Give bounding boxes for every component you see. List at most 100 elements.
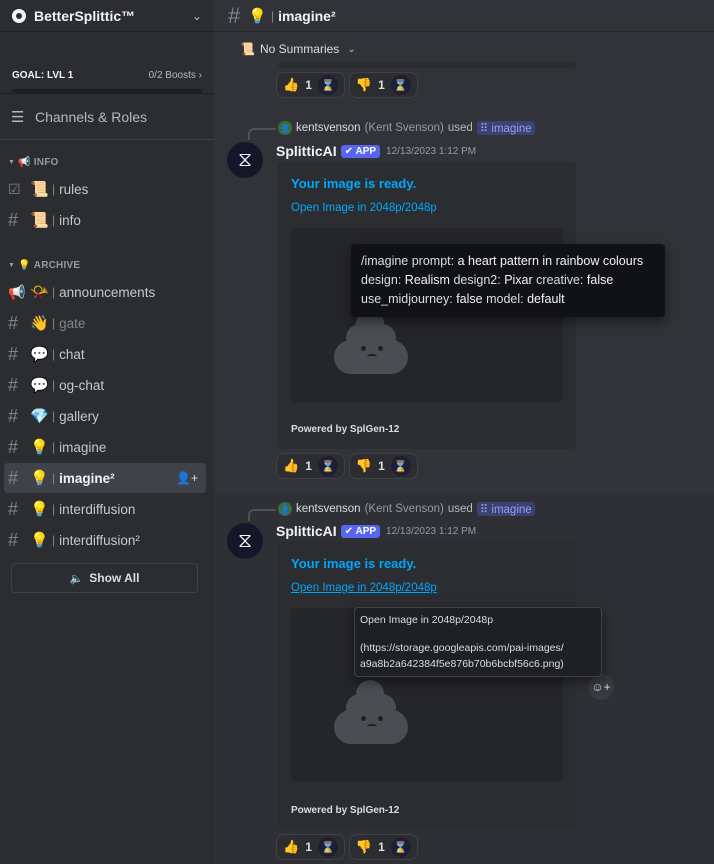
channel-emoji: 📜 [30,181,49,198]
channel-chat[interactable]: # 💬 | chat [4,339,206,369]
reply-context[interactable]: 👤 kentsvenson (Kent Svenson) used ⠿ imag… [248,501,535,521]
lightbulb-emoji: 💡 [18,259,31,271]
hourglass-icon: ⧖ [237,148,253,171]
show-all-button[interactable]: 🔈 Show All [11,563,198,593]
megaphone-icon: 📢 [8,283,26,300]
hash-icon: # [8,436,19,457]
hash-icon: # [8,405,19,426]
hourglass-icon: ⌛ [317,75,338,95]
bot-avatar[interactable]: ⧖ [227,142,263,178]
channel-interdiffusion2[interactable]: # 💡 | interdiffusion² [4,525,206,555]
bot-avatar[interactable]: ⧖ [227,523,263,559]
speaker-icon: 🔈 [69,572,84,585]
channels-roles-item[interactable]: ☰ Channels & Roles [0,94,214,140]
hash-icon: # [8,209,19,230]
channel-name: interdiffusion² [59,532,140,548]
channel-name: gallery [59,408,99,424]
add-member-icon[interactable]: 👤+ [176,471,198,485]
reactions-row: 👍 1 ⌛ 👎 1 ⌛ [276,834,418,860]
channel-rules[interactable]: ☑ 📜 | rules [4,174,206,204]
channel-emoji: 💡 [30,470,49,487]
author-name[interactable]: SplitticAI [276,143,337,159]
hourglass-icon: ⌛ [317,456,338,476]
reply-context[interactable]: 👤 kentsvenson (Kent Svenson) used ⠿ imag… [248,120,535,140]
reaction-count: 1 [305,840,312,854]
channel-gate[interactable]: # 👋 | gate [4,308,206,338]
thumbs-down-icon: 👎 [355,839,373,854]
channel-emoji: 💬 [30,377,49,394]
hash-icon: # [8,467,19,488]
message-header: SplitticAI ✔ APP 12/13/2023 1:12 PM [276,142,476,160]
channel-name: gate [59,315,86,331]
hourglass-icon: ⌛ [390,75,411,95]
channel-name: og-chat [59,377,105,393]
show-all-label: Show All [89,571,140,585]
thumbs-up-reaction[interactable]: 👍 1 ⌛ [276,72,345,98]
channel-interdiffusion[interactable]: # 💡 | interdiffusion [4,494,206,524]
thumbs-up-icon: 👍 [283,458,300,473]
channel-emoji: 💬 [30,346,49,363]
channels-roles-label: Channels & Roles [35,108,148,125]
channels-roles-icon: ☰ [11,108,25,126]
channel-og-chat[interactable]: # 💬 | og-chat [4,370,206,400]
reply-used: used [447,122,473,134]
thumbs-up-reaction[interactable]: 👍 1 ⌛ [276,453,345,479]
channel-announcements[interactable]: 📢 📯 | announcements [4,277,206,307]
reactions-row: 👍 1 ⌛ 👎 1 ⌛ [276,72,418,98]
message-2: 👤 kentsvenson (Kent Svenson) used ⠿ imag… [214,494,714,864]
embed-card: Your image is ready. Open Image in 2048p… [278,542,576,830]
reaction-count: 1 [378,840,385,854]
thumbs-up-reaction[interactable]: 👍 1 ⌛ [276,834,345,860]
thumbs-down-reaction[interactable]: 👎 1 ⌛ [348,453,418,479]
thumbs-down-icon: 👎 [355,77,373,92]
category-archive[interactable]: ▼ 💡 ARCHIVE [0,253,214,277]
author-name[interactable]: SplitticAI [276,523,337,539]
timestamp: 12/13/2023 1:12 PM [386,145,477,157]
hash-icon: # [8,343,19,364]
reply-realname: (Kent Svenson) [364,503,444,515]
reaction-count: 1 [305,459,312,473]
tooltip-line: a9a8b2a642384f5e876b70b6bcbf56c6.png) [360,658,564,670]
summaries-dropdown[interactable]: 📜 No Summaries ⌄ [214,32,714,66]
thumbs-down-reaction[interactable]: 👎 1 ⌛ [348,72,418,98]
channel-emoji: 💡 [30,501,49,518]
user-avatar-icon: 👤 [278,502,292,516]
boost-goal[interactable]: GOAL: LVL 1 0/2 Boosts › [0,32,214,94]
embed-footer: Powered by SplGen-12 [291,424,400,435]
message-header: SplitticAI ✔ APP 12/13/2023 1:12 PM [276,522,476,540]
hourglass-icon: ⌛ [317,837,338,857]
image-prompt-tooltip: /imagine prompt: a heart pattern in rain… [351,244,665,317]
channel-imagine[interactable]: # 💡 | imagine [4,432,206,462]
chat-main: # 💡 | imagine² 📜 No Summaries ⌄ 👍 1 ⌛ 👎 … [214,0,714,864]
channel-name: interdiffusion [59,501,136,517]
chevron-down-icon[interactable]: ⌄ [192,9,202,23]
boost-count[interactable]: 0/2 Boosts › [149,70,202,81]
channel-emoji: 📜 [30,212,49,229]
slash-command-link[interactable]: ⠿ imagine [476,502,535,516]
embed-link[interactable]: Open Image in 2048p/2048p [291,582,437,594]
category-info[interactable]: ▼ 📢 INFO [0,150,214,174]
channel-imagine2[interactable]: # 💡 | imagine² 👤+ [4,463,206,493]
channel-gallery[interactable]: # 💎 | gallery [4,401,206,431]
placeholder-image-icon [334,674,408,744]
channel-emoji: 💡 [30,439,49,456]
hourglass-icon: ⌛ [390,837,411,857]
reply-username: kentsvenson [296,503,361,515]
channel-name: chat [59,346,85,362]
channel-name: imagine² [59,470,115,486]
channel-emoji: 💡 [30,532,49,549]
thumbs-down-icon: 👎 [355,458,373,473]
tooltip-line: (https://storage.googleapis.com/pai-imag… [360,642,564,654]
channel-info[interactable]: # 📜 | info [4,205,206,235]
embed-link[interactable]: Open Image in 2048p/2048p [291,202,437,214]
thumbs-down-reaction[interactable]: 👎 1 ⌛ [348,834,418,860]
slash-command-link[interactable]: ⠿ imagine [476,121,535,135]
reaction-count: 1 [378,78,385,92]
hash-icon: # [8,529,19,550]
chevron-down-icon: ⌄ [347,43,356,55]
category-label: INFO [33,156,59,168]
add-reaction-icon[interactable]: ☺+ [588,674,614,700]
lightbulb-emoji: 💡 [248,7,267,25]
goal-label: GOAL: LVL 1 [12,70,74,81]
server-header[interactable]: BetterSplittic™ ⌄ [0,0,214,32]
